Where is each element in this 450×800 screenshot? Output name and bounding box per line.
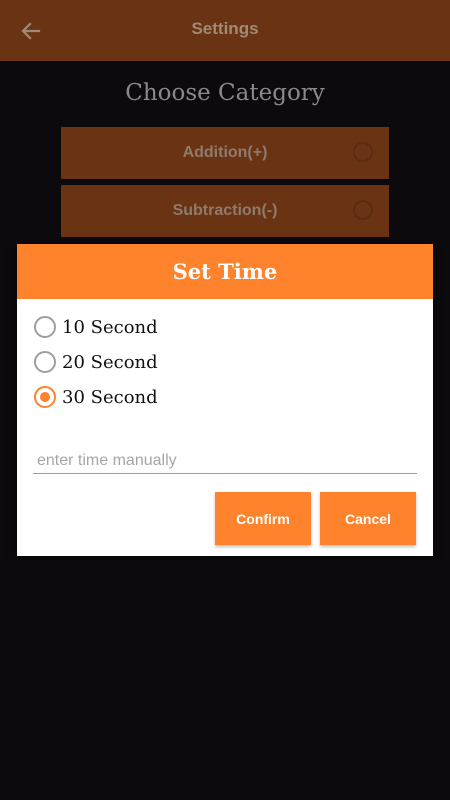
option-label: 10 Second xyxy=(62,316,158,338)
category-label: Subtraction(-) xyxy=(172,202,278,219)
choose-category-heading: Choose Category xyxy=(125,80,325,106)
manual-time-input[interactable] xyxy=(33,448,417,474)
category-subtraction-button[interactable]: Subtraction(-) xyxy=(61,185,389,237)
time-option-20[interactable]: 20 Second xyxy=(34,347,414,377)
dialog-title: Set Time xyxy=(172,259,278,284)
radio-button[interactable] xyxy=(34,351,56,373)
set-time-dialog: Set Time 10 Second 20 Second 30 Second C… xyxy=(17,244,433,556)
category-radio[interactable] xyxy=(353,200,373,220)
cancel-button[interactable]: Cancel xyxy=(320,492,416,545)
category-label: Addition(+) xyxy=(182,144,268,161)
time-option-10[interactable]: 10 Second xyxy=(34,312,414,342)
time-option-30[interactable]: 30 Second xyxy=(34,382,414,412)
radio-button-checked[interactable] xyxy=(34,386,56,408)
option-label: 30 Second xyxy=(62,386,158,408)
app-bar: Settings xyxy=(0,0,450,61)
category-radio[interactable] xyxy=(353,142,373,162)
option-label: 20 Second xyxy=(62,351,158,373)
category-addition-button[interactable]: Addition(+) xyxy=(61,127,389,179)
radio-button[interactable] xyxy=(34,316,56,338)
confirm-button[interactable]: Confirm xyxy=(215,492,311,545)
page-title: Settings xyxy=(191,19,259,38)
dialog-header: Set Time xyxy=(17,244,433,299)
